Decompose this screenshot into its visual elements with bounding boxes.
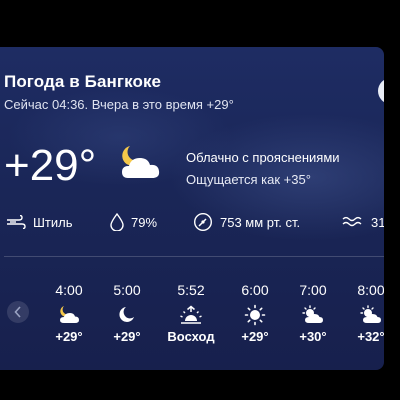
page-title[interactable]: Погода в Бангкоке <box>4 72 161 92</box>
water-temp-stat: 31° <box>342 207 384 237</box>
divider <box>4 256 384 257</box>
humidity-stat: 79% <box>110 207 157 237</box>
hour-time: 6:00 <box>241 282 269 298</box>
hour-value: +32° <box>357 329 384 344</box>
humidity-value: 79% <box>131 214 158 230</box>
hour-value: +29° <box>241 329 269 344</box>
hourly-item[interactable]: 6:00 +29° <box>230 281 280 344</box>
hour-time: 7:00 <box>299 282 327 298</box>
sun-cloud-icon <box>360 305 381 323</box>
moon-cloud-icon <box>122 146 160 178</box>
feels-like-text: Ощущается как +35° <box>186 172 311 187</box>
chevron-left-icon <box>14 306 21 318</box>
condition-text: Облачно с прояснениями <box>186 150 340 165</box>
scroll-left-button[interactable] <box>7 301 29 323</box>
moon-icon <box>119 307 134 322</box>
sun-cloud-icon <box>302 305 323 323</box>
hour-value: +30° <box>299 329 327 344</box>
water-temp-value: 31° <box>371 214 384 230</box>
moon-cloud-icon <box>60 306 79 323</box>
hourly-item[interactable]: 5:00 +29° <box>102 281 152 344</box>
wind-icon <box>7 215 26 229</box>
pressure-value: 753 мм рт. ст. <box>220 214 301 230</box>
water-drop-icon <box>110 213 124 231</box>
hour-time: 8:00 <box>357 282 384 298</box>
wind-value: Штиль <box>33 214 73 230</box>
current-time-subtitle: Сейчас 04:36. Вчера в это время +29° <box>4 97 234 112</box>
navigation-button[interactable] <box>378 78 384 104</box>
hourly-item[interactable]: 8:00 +32° <box>346 281 384 344</box>
current-temperature: +29° <box>4 141 97 190</box>
weather-card: Погода в Бангкоке Сейчас 04:36. Вчера в … <box>0 47 384 370</box>
pressure-stat: 753 мм рт. ст. <box>193 207 300 237</box>
water-waves-icon <box>342 216 362 227</box>
hour-value: +29° <box>55 329 83 344</box>
hourly-item[interactable]: 7:00 +30° <box>288 281 338 344</box>
hourly-item[interactable]: 5:52 Восход <box>166 281 216 344</box>
hour-value: +29° <box>113 329 141 344</box>
hour-time: 5:52 <box>177 282 205 298</box>
hour-time: 5:00 <box>113 282 141 298</box>
pressure-gauge-icon <box>193 212 213 232</box>
sunrise-icon <box>180 305 202 324</box>
hourly-item[interactable]: 4:00 +29° <box>44 281 94 344</box>
weather-stats: Штиль 79% 753 мм рт. ст. 31° <box>0 207 384 237</box>
hour-time: 4:00 <box>55 282 83 298</box>
wind-stat: Штиль <box>6 207 73 237</box>
sun-icon <box>244 304 266 326</box>
hour-value: Восход <box>167 329 215 344</box>
